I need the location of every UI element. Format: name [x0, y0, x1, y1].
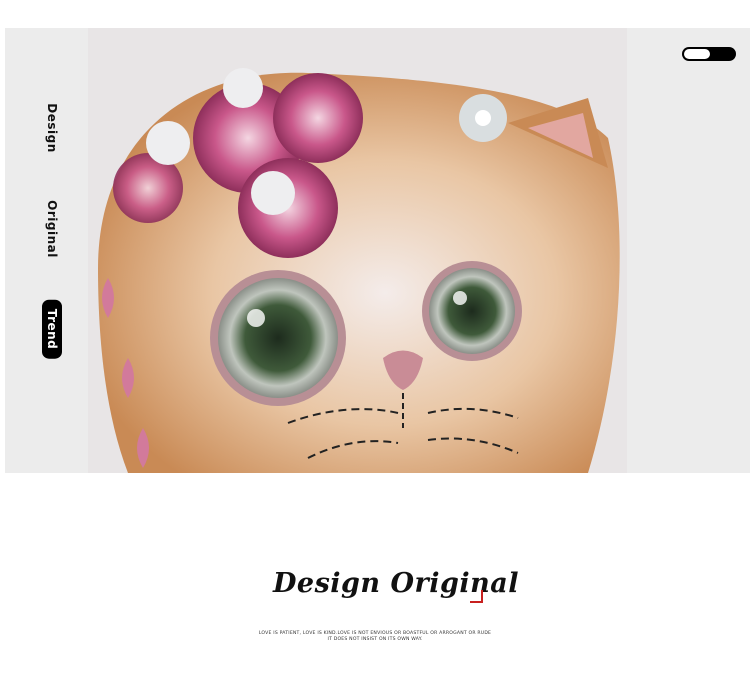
toggle-switch[interactable] [682, 47, 736, 61]
caption-text: LOVE IS PATIENT, LOVE IS KIND.LOVE IS NO… [250, 631, 500, 643]
sidebar-item-original[interactable]: Original [45, 200, 59, 258]
headline-title: Design Original [273, 568, 519, 599]
sidebar-item-design[interactable]: Design [45, 103, 59, 153]
hero-cat-image [88, 28, 627, 473]
corner-accent-mark [470, 590, 483, 603]
caption-line-2: IT DOES NOT INSIST ON ITS OWN WAY. [327, 637, 423, 642]
right-panel [627, 28, 750, 473]
toggle-knob [684, 49, 710, 59]
sidebar-item-trend[interactable]: Trend [42, 299, 62, 359]
